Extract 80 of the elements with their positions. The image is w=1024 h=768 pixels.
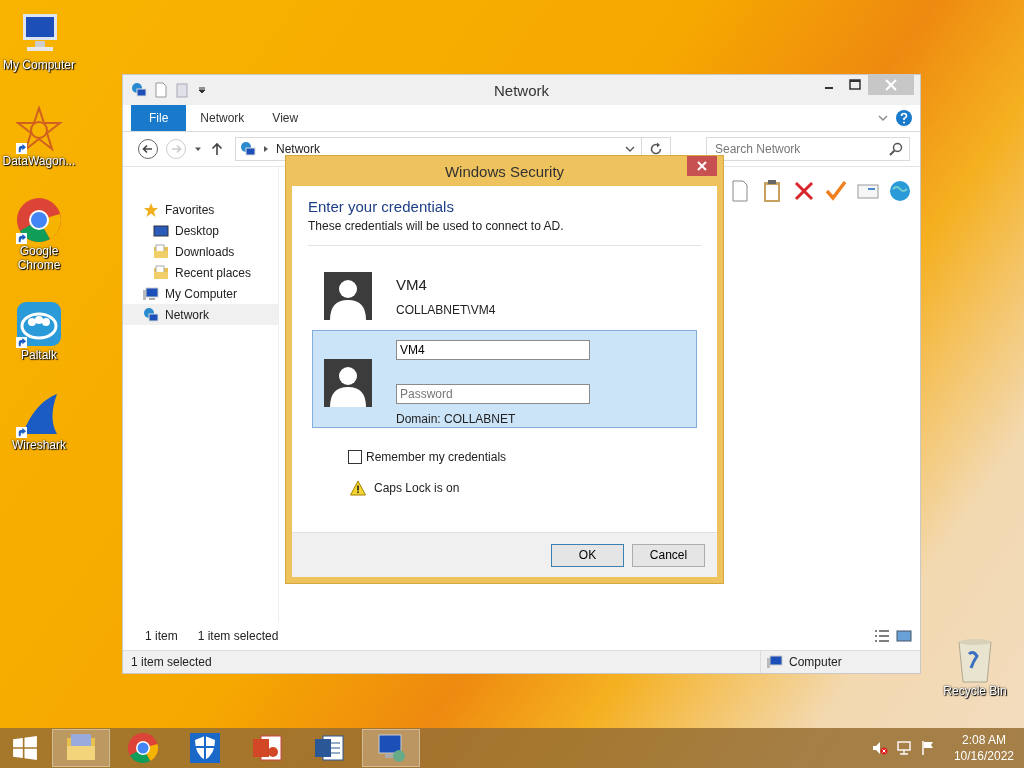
flag-icon[interactable] — [919, 740, 936, 756]
user-avatar-icon — [324, 359, 372, 407]
nav-item[interactable]: Network — [123, 304, 278, 325]
chrome-icon — [15, 196, 63, 244]
taskbar-button[interactable] — [362, 729, 420, 767]
chat-icon — [15, 300, 63, 348]
checkmark-icon[interactable] — [824, 179, 848, 203]
nav-item[interactable]: Favorites — [123, 199, 278, 220]
shortcut-arrow-icon — [16, 143, 27, 154]
computer-icon — [767, 654, 783, 670]
presentation-icon — [251, 732, 283, 764]
search-field[interactable]: Search Network — [706, 137, 910, 161]
window-title: Network — [494, 81, 549, 99]
network-icon[interactable] — [131, 82, 147, 98]
password-field[interactable]: Password — [396, 384, 590, 404]
breadcrumb-arrow-icon — [262, 145, 270, 153]
up-arrow-icon[interactable] — [209, 141, 225, 157]
back-icon[interactable] — [137, 138, 159, 160]
ribbon-tab[interactable]: File — [131, 105, 187, 131]
account-name: VM4 — [396, 275, 428, 293]
shortcut-arrow-icon — [16, 337, 27, 348]
username-field[interactable]: VM4 — [396, 340, 590, 360]
star-icon — [15, 106, 63, 154]
checkbox[interactable] — [348, 450, 362, 464]
warning-text: Caps Lock is on — [374, 481, 460, 495]
close-icon[interactable] — [687, 156, 717, 176]
network-icon — [143, 306, 159, 323]
network-icon — [240, 141, 256, 157]
account-domain: COLLABNET\VM4 — [396, 302, 496, 317]
shortcut-label: My Computer — [3, 58, 75, 72]
shield-icon — [189, 732, 221, 764]
status-text: 1 item selected — [131, 655, 213, 669]
shortcut-arrow-icon — [16, 233, 27, 244]
status-text: Computer — [789, 655, 842, 669]
dialog-heading: Enter your credentials — [308, 198, 455, 215]
shortcut-arrow-icon — [16, 427, 27, 438]
globe-icon[interactable] — [888, 179, 912, 203]
shortcut-label: DataWagon... — [2, 154, 76, 168]
muted-speaker-icon[interactable] — [871, 740, 888, 756]
star-icon — [143, 201, 159, 218]
domain-label: Domain: COLLABNET — [396, 412, 517, 426]
user-avatar-icon — [324, 272, 372, 320]
browser-icon — [127, 732, 159, 764]
nav-item[interactable]: Desktop — [123, 220, 278, 241]
chevron-icon[interactable] — [625, 144, 635, 154]
selection-count: 1 item selected — [197, 629, 279, 643]
dialog-button[interactable]: OK — [551, 543, 624, 567]
shortcut-label: Recycle Bin — [943, 684, 1007, 698]
nav-item[interactable]: My Computer — [123, 283, 278, 304]
dialog-title: Windows Security — [444, 162, 565, 180]
dropdown-icon[interactable] — [197, 85, 207, 95]
dialog-button[interactable]: Cancel — [632, 543, 705, 567]
search-icon — [888, 141, 904, 157]
checkbox-label[interactable]: Remember my credentials — [366, 450, 507, 464]
details-view-icon[interactable] — [874, 628, 890, 644]
dialog-description: These credentials will be used to connect to AD. — [308, 219, 565, 233]
document-icon — [313, 732, 345, 764]
address-text: Network — [276, 142, 320, 156]
desktop-icon — [153, 222, 169, 239]
network-icon[interactable] — [895, 740, 912, 756]
ribbon-tab[interactable]: View — [258, 105, 313, 131]
monitor-icon — [375, 732, 407, 764]
large-icons-view-icon[interactable] — [896, 628, 912, 644]
help-icon[interactable] — [896, 110, 912, 126]
shortcut-label: Wireshark — [12, 438, 66, 452]
item-count: 1 item — [145, 629, 178, 643]
shortcut-label: Paltalk — [21, 348, 57, 362]
clock-date: 10/16/2022 — [953, 748, 1014, 764]
shortcut-label: Google Chrome — [16, 244, 62, 272]
clock-time: 2:08 AM — [961, 732, 1006, 748]
chevron-icon[interactable] — [878, 113, 888, 123]
clock[interactable]: 2:08 AM 10/16/2022 — [953, 732, 1014, 764]
saved-account-tile[interactable]: VM4 COLLABNET\VM4 — [308, 246, 701, 330]
nav-item[interactable]: Recent places — [123, 262, 278, 283]
warning-icon — [350, 480, 366, 496]
ribbon-tab[interactable]: Network — [186, 105, 259, 131]
nav-item[interactable]: Downloads — [123, 241, 278, 262]
computer-icon — [143, 285, 159, 302]
delete-icon[interactable] — [792, 179, 816, 203]
windows-logo-icon[interactable] — [12, 735, 38, 761]
